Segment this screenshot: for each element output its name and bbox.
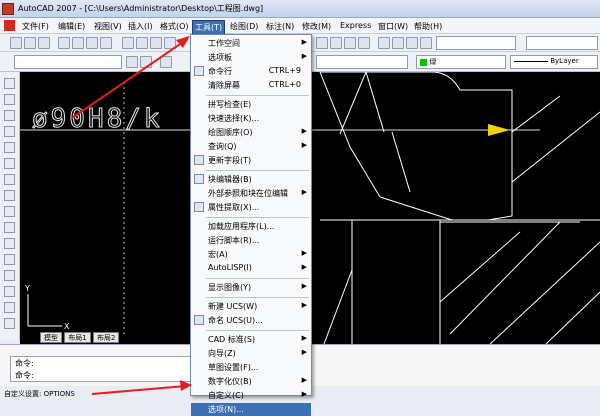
- tools-menu-item[interactable]: 选项(N)...: [191, 403, 311, 416]
- annotation-arrows: [71, 36, 192, 395]
- menu-item-label: 选项(N)...: [208, 405, 244, 414]
